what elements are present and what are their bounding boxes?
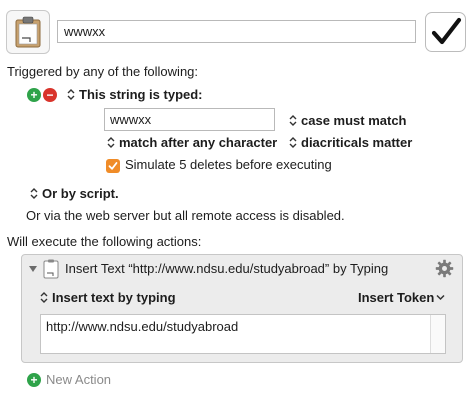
diacriticals-label: diacriticals matter (301, 135, 413, 150)
action-title: Insert Text “http://www.ndsu.edu/studyab… (65, 261, 389, 276)
updown-chevron-icon (289, 137, 297, 148)
chevron-down-icon (436, 294, 445, 301)
simulate-deletes-checkbox[interactable]: Simulate 5 deletes before executing (106, 157, 332, 173)
diacriticals-popup[interactable]: diacriticals matter (289, 135, 412, 151)
action-insert-text[interactable]: Insert Text “http://www.ndsu.edu/studyab… (21, 254, 463, 363)
add-action-icon: + (27, 373, 41, 387)
insert-token-label: Insert Token (358, 290, 435, 305)
insert-method-popup[interactable]: Insert text by typing (40, 290, 176, 306)
new-action-label: New Action (46, 372, 112, 387)
checkbox-checked-icon (106, 159, 120, 173)
updown-chevron-icon (107, 137, 115, 148)
script-trigger-popup[interactable]: Or by script. (30, 186, 119, 202)
insert-token-menu[interactable]: Insert Token (358, 290, 445, 306)
web-server-note: Or via the web server but all remote acc… (26, 208, 345, 223)
macro-name-field[interactable]: wwwxx (57, 20, 416, 43)
gear-icon[interactable] (435, 259, 454, 278)
macro-enable-checkbox[interactable] (425, 12, 466, 52)
updown-chevron-icon (67, 89, 75, 100)
script-trigger-label: Or by script. (42, 186, 119, 201)
new-action-button[interactable]: + New Action (27, 372, 111, 388)
disclosure-triangle-icon[interactable] (28, 264, 38, 274)
typed-string-field[interactable]: wwwxx (104, 108, 275, 131)
triggers-heading: Triggered by any of the following: (7, 64, 199, 79)
trigger-add-remove: + − (27, 88, 57, 102)
text-area-scrollbar[interactable] (430, 315, 445, 353)
document-icon (43, 259, 59, 279)
actions-heading: Will execute the following actions: (7, 234, 202, 249)
match-label: match after any character (119, 135, 278, 150)
trigger-type-popup[interactable]: This string is typed: (67, 87, 203, 103)
insert-text-value: http://www.ndsu.edu/studyabroad (46, 319, 239, 334)
macro-icon[interactable] (6, 10, 50, 54)
match-popup[interactable]: match after any character (107, 135, 277, 151)
simulate-label: Simulate 5 deletes before executing (125, 157, 332, 172)
case-label: case must match (301, 113, 407, 128)
remove-trigger-icon[interactable]: − (43, 88, 57, 102)
updown-chevron-icon (289, 115, 297, 126)
case-popup[interactable]: case must match (289, 113, 407, 129)
add-trigger-icon[interactable]: + (27, 88, 41, 102)
insert-method-label: Insert text by typing (52, 290, 176, 305)
updown-chevron-icon (40, 292, 48, 303)
clipboard-icon (15, 16, 41, 48)
updown-chevron-icon (30, 188, 38, 199)
checkmark-icon (431, 17, 461, 45)
trigger-type-label: This string is typed: (79, 87, 203, 102)
insert-text-area[interactable]: http://www.ndsu.edu/studyabroad (40, 314, 446, 354)
